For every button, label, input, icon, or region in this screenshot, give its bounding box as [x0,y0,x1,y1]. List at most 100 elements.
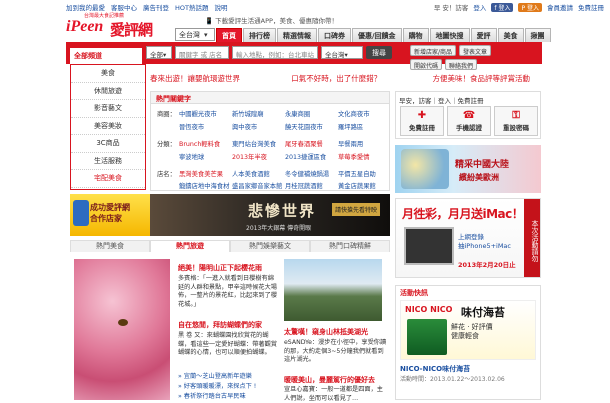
keyword-link[interactable]: 冬令健補燒鍋湯 [285,169,338,178]
keyword-row-label [157,152,179,161]
slogan-link-3[interactable]: 方便美味！食品評等評賞活動 [433,73,531,84]
nav-tab-ranking[interactable]: 排行榜 [243,28,276,42]
keyword-link[interactable]: 新竹城隍廟 [232,109,285,118]
keyword-link[interactable]: 黑灣美食美芒果 [179,169,232,178]
nav-tab-coupon[interactable]: 口碑券 [318,28,351,42]
login-box-text[interactable]: 早安，訪客｜登入｜免費註冊 [399,95,484,105]
app-promo-link[interactable]: 📱 下載愛評生活通APP，美食、優惠隨你帶！ [205,15,338,25]
ad-imac-title: 月徃彩，月月送iMac！ [402,207,524,221]
category-select[interactable]: 全部▾ [146,46,172,59]
link-ad-placement[interactable]: 廣告刊登 [143,2,169,12]
keyword-link[interactable]: 2013捷運區食 [285,152,338,161]
tab-hot-food[interactable]: 熱門美食 [70,240,150,252]
free-register-link[interactable]: 免費註冊 [578,2,604,12]
keyword-link[interactable]: 鍛鑄店地中海食材 [179,181,232,190]
slogan-link-2[interactable]: 口氣不好時，出了什麼錯？ [291,73,381,84]
article-excerpt: 宣旦心嘉寶：一般一道都是四面，主人們說，坐而可以看見了… [284,386,383,402]
keyword-link[interactable]: 尾牙春酒聚餐 [285,139,338,148]
post-article-button[interactable]: 發表文章 [459,45,492,56]
menu-item-3c[interactable]: 3C商品 [71,135,145,153]
article-photo-cherry-blossom[interactable] [74,259,170,400]
ad-partner-shop[interactable]: 成功愛評網 合作店家 [70,194,150,236]
ad-banner-travel[interactable]: 精采中國大陸 繽紛美歐洲 [395,145,541,193]
nav-tab-home[interactable]: 首頁 [216,28,242,42]
all-categories-label[interactable]: 全部頻道 [70,48,142,64]
add-store-button[interactable]: 新增店家/商品 [410,45,457,56]
activity-panel: 活動快訊 NICO NICO 味付海苔 鮮花 · 好評價 健康輕食 NICO-N… [395,285,541,400]
list-item[interactable]: » 好客頭暖暖漂，來探点下 ! [178,381,256,390]
article-title[interactable]: 太驚嘆！窺身山林抵美湖光 [284,327,388,337]
keyword-link[interactable]: 東門站台灣美食 [232,139,285,148]
keyword-input[interactable]: 關鍵字 或 店名 [175,46,229,59]
keyword-link[interactable]: 中國觀光夜市 [179,109,232,118]
contact-us-button[interactable]: 聯絡我們 [445,59,478,70]
ad-movie[interactable]: 悲慘世界 請快搶先看特映 2013年大銀幕 傳奇開眼 [150,194,390,236]
article-title[interactable]: 自在悠閒，拜訪蝴蝶們的家 [178,320,262,330]
nav-tab-map[interactable]: 地圖快搜 [429,28,470,42]
link-hot-topics[interactable]: HOT熱話題 [175,2,208,12]
tab-hot-reviews[interactable]: 熱門口碑精鮮 [310,240,390,252]
tab-hot-travel[interactable]: 熱門旅遊 [150,240,230,252]
activity-caption[interactable]: NICO-NICO味付海苔 [400,364,470,374]
place-input[interactable]: 輸入地點，例如：台北車站 [232,46,318,59]
login-link[interactable]: 登入 [473,2,486,12]
keyword-link[interactable]: 人本美食酒館 [232,169,285,178]
menu-item-leisure[interactable]: 休閒旅遊 [71,83,145,100]
keyword-link[interactable]: 文化商夜市 [338,109,391,118]
article-title[interactable]: 暖暖美山，曼麗駕行的優好去 [284,375,388,385]
nav-tab-shopping[interactable]: 購物 [402,28,429,42]
tab-hot-arts[interactable]: 熱門娛樂藝文 [230,240,310,252]
keyword-link[interactable]: 早餐兩用 [338,139,391,148]
facebook-login-button[interactable]: f 登入 [491,2,514,12]
keyword-link[interactable]: 平價五星自助 [338,169,391,178]
keyword-link[interactable]: 永康商圈 [285,109,338,118]
ad-banner-movie[interactable]: 成功愛評網 合作店家 悲慘世界 請快搶先看特映 2013年大銀幕 傳奇開眼 [70,194,390,236]
keyword-link[interactable]: 盛昌家鄉音家本館 [232,181,285,190]
logo-brand-en: iPeen [66,18,104,35]
link-help-center[interactable]: 客服中心 [111,2,137,12]
menu-item-services[interactable]: 生活服務 [71,153,145,170]
article-title[interactable]: 絕美！陽明山正下起櫻花雨 [178,263,262,273]
open-code-button[interactable]: 開啟代碼 [410,59,443,70]
keyword-link[interactable]: 饒天花園夜市 [285,122,338,131]
keyword-link[interactable]: Brunch輕料食 [179,139,232,148]
keyword-link[interactable]: 羅坪路區 [338,122,391,131]
nav-tab-featured[interactable]: 精選情報 [277,28,317,42]
search-button[interactable]: 搜尋 [366,46,392,59]
free-register-button[interactable]: ✚ 免費註冊 [400,106,444,136]
article-excerpt: eSANDYe：漫步在小徑中，享受你讀的那，大約走個3~5分鐘我們就看到這片湖光… [284,339,387,364]
nav-tab-ipeen[interactable]: 愛評 [470,28,497,42]
keyword-link[interactable]: 2013年半夜 [232,152,285,161]
link-help[interactable]: 說明 [214,2,227,12]
city-select[interactable]: 全台灣 ▾ [175,28,215,41]
keyword-link[interactable]: 興中夜市 [232,122,285,131]
nav-tab-deals[interactable]: 優惠/回饋金 [352,28,402,42]
nav-tab-group[interactable]: 揪團 [524,28,551,42]
invite-link[interactable]: 會員邀請 [547,2,573,12]
list-item[interactable]: » 宜蘭～芝山登高新年遊樂 [178,371,252,380]
menu-item-food[interactable]: 美食 [71,65,145,83]
article-photo-lake[interactable] [284,259,382,321]
menu-item-beauty[interactable]: 美容美妝 [71,118,145,135]
city-select-search[interactable]: 全台灣▾ [321,46,363,59]
list-item[interactable]: » 春祈祭行踏台古早民味 [178,391,246,400]
keyword-link[interactable]: 草莓季愛情 [338,152,391,161]
link-add-favorite[interactable]: 加到我的最愛 [66,2,105,12]
travel-photo [401,149,449,189]
site-logo[interactable]: 台灣最大食記推薦 iPeen 愛評網 [66,12,174,42]
reset-password-button[interactable]: ⚿ 重設密碼 [494,106,538,136]
nav-tab-food[interactable]: 美食 [497,28,524,42]
keyword-link[interactable]: 晉恆夜市 [179,122,232,131]
pb-login-button[interactable]: P 登入 [518,2,542,12]
menu-item-delivery[interactable]: 宅配美食 [71,170,145,188]
activity-ad[interactable]: NICO NICO 味付海苔 鮮花 · 好評價 健康輕食 [400,300,536,360]
ad-movie-cta[interactable]: 請快搶先看特映 [331,203,380,216]
keyword-link[interactable]: 月桂冠蔬酒館 [285,181,338,190]
slogan-link-1[interactable]: 春來出遊！讓嬰航環遊世界 [150,73,240,84]
menu-item-arts[interactable]: 影音藝文 [71,100,145,118]
keyword-link[interactable]: 寧波地球 [179,152,232,161]
activity-header: 活動快訊 [400,289,428,297]
phone-verify-button[interactable]: ☎ 手機認證 [447,106,491,136]
keyword-link[interactable]: 黃金店蔬果館 [338,181,391,190]
ad-banner-imac[interactable]: 月徃彩，月月送iMac！ 上網登錄 抽iPhone5+iMac 2013年2月2… [395,198,541,278]
